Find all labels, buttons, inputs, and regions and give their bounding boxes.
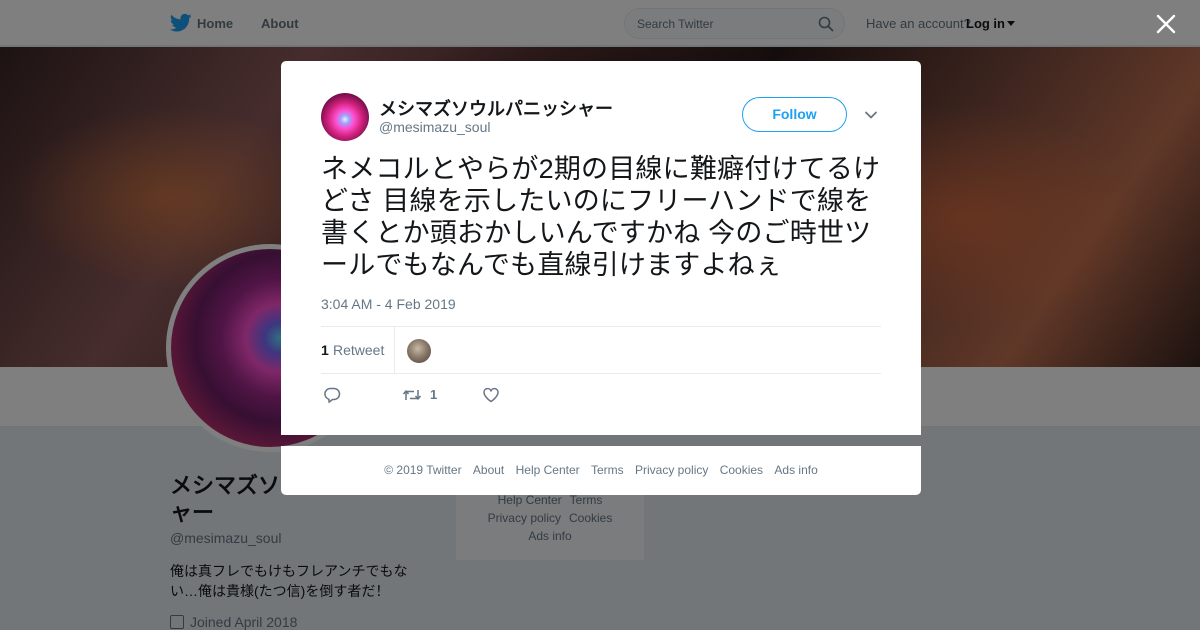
retweet-action-count: 1 xyxy=(430,387,438,402)
tweet-author-handle[interactable]: @mesimazu_soul xyxy=(379,119,490,135)
retweet-label[interactable]: Retweet xyxy=(333,342,384,358)
chevron-down-icon[interactable] xyxy=(863,107,879,123)
footer-link-about[interactable]: About xyxy=(473,463,504,477)
stats-divider xyxy=(394,327,395,373)
tweet-text: ネメコルとやらが2期の目線に難癖付けてるけどさ 目線を示したいのにフリーハンドで… xyxy=(321,154,881,280)
footer-link-cookies[interactable]: Cookies xyxy=(720,463,763,477)
retweet-count[interactable]: 1 xyxy=(321,342,329,358)
footer-link-privacy[interactable]: Privacy policy xyxy=(635,463,708,477)
like-icon xyxy=(483,387,499,403)
like-button[interactable] xyxy=(482,383,502,407)
footer-copyright: © 2019 Twitter xyxy=(384,463,462,477)
tweet-modal: メシマズソウルパニッシャー @mesimazu_soul Follow ネメコル… xyxy=(281,61,921,435)
follow-button[interactable]: Follow xyxy=(742,97,847,132)
modal-footer: © 2019 Twitter About Help Center Terms P… xyxy=(281,446,921,495)
retweeter-avatar[interactable] xyxy=(407,339,431,363)
close-icon[interactable] xyxy=(1154,12,1178,36)
footer-link-ads-info[interactable]: Ads info xyxy=(774,463,817,477)
retweet-icon xyxy=(402,390,422,400)
tweet-author-avatar[interactable] xyxy=(321,93,369,141)
tweet-actions: 1 xyxy=(321,383,881,407)
retweet-button[interactable]: 1 xyxy=(402,383,452,407)
reply-button[interactable] xyxy=(323,383,343,407)
tweet-timestamp[interactable]: 3:04 AM - 4 Feb 2019 xyxy=(321,296,456,312)
tweet-author-name[interactable]: メシマズソウルパニッシャー xyxy=(379,95,613,121)
tweet-stats: 1 Retweet xyxy=(321,326,881,374)
footer-link-help-center[interactable]: Help Center xyxy=(516,463,580,477)
footer-link-terms[interactable]: Terms xyxy=(591,463,624,477)
reply-icon xyxy=(324,387,341,403)
